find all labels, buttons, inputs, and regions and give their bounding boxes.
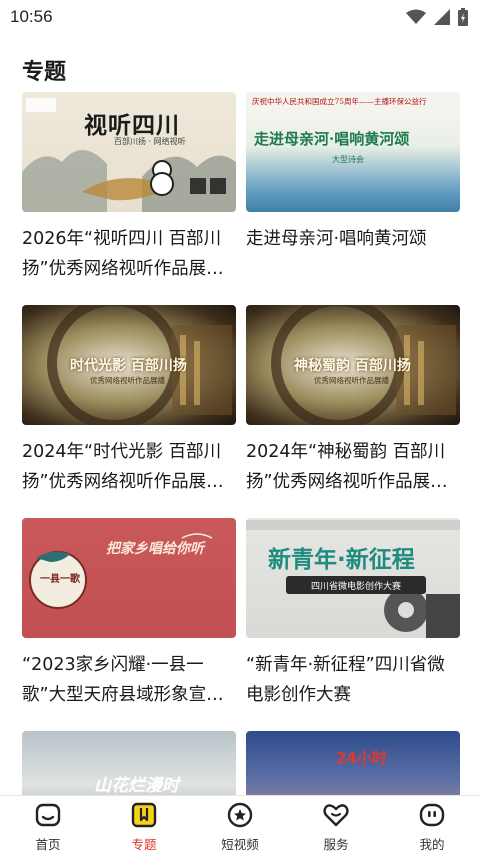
nav-label: 首页 [35, 837, 61, 852]
card-image-subtitle-banner: 四川省微电影创作大赛 [286, 576, 426, 594]
card-thumbnail[interactable]: 新青年·新征程 四川省微电影创作大赛 [246, 518, 460, 638]
topic-icon [129, 800, 159, 830]
card-image-subtitle: 优秀网络视听作品展播 [90, 376, 165, 385]
battery-icon [458, 8, 468, 26]
short-video-icon [225, 800, 255, 830]
nav-label: 短视频 [221, 837, 259, 852]
card-thumbnail[interactable]: 视听四川 百部川扬 · 网络视听 [22, 92, 236, 212]
topic-card[interactable]: 时代光影 百部川扬 优秀网络视听作品展播 2024年“时代光影 百部川扬”优秀网… [22, 305, 236, 497]
card-thumbnail[interactable]: 时代光影 百部川扬 优秀网络视听作品展播 [22, 305, 236, 425]
card-image-subtitle: 百部川扬 · 网络视听 [114, 137, 186, 146]
card-image-header: 庆祝中华人民共和国成立75周年——主播环保公益行 [252, 97, 427, 106]
topic-card[interactable]: 庆祝中华人民共和国成立75周年——主播环保公益行 走进母亲河·唱响黄河颂 大型诗… [246, 92, 460, 284]
card-image-title: 视听四川 [84, 112, 180, 139]
topic-card[interactable]: 视听四川 百部川扬 · 网络视听 2026年“视听四川 百部川扬”优秀网络视听作… [22, 92, 236, 284]
nav-item-topic[interactable]: 专题 [96, 796, 192, 853]
nav-item-short-video[interactable]: 短视频 [192, 796, 288, 853]
status-icons [406, 8, 468, 26]
nav-label: 专题 [131, 837, 157, 852]
card-image-subtitle: 优秀网络视听作品展播 [314, 376, 389, 385]
card-title[interactable]: 2024年“时代光影 百部川扬”优秀网络视听作品展… [22, 437, 236, 497]
card-title[interactable]: “2023家乡闪耀·一县一歌”大型天府县域形象宣… [22, 650, 236, 710]
card-image-title: 走进母亲河·唱响黄河颂 [254, 130, 410, 148]
wifi-icon [406, 9, 426, 24]
card-image-badge: 一县一歌 [40, 574, 80, 585]
bottom-nav: 首页 专题 短视频 服务 我的 [0, 795, 480, 853]
status-time: 10:56 [10, 7, 53, 26]
page-title: 专题 [22, 60, 67, 85]
card-image-title: 新青年·新征程 [268, 547, 415, 573]
nav-item-service[interactable]: 服务 [288, 796, 384, 853]
nav-item-home[interactable]: 首页 [0, 796, 96, 853]
card-image-title: 24小时 [336, 749, 387, 767]
topic-card[interactable]: 神秘蜀韵 百部川扬 优秀网络视听作品展播 2024年“神秘蜀韵 百部川扬”优秀网… [246, 305, 460, 497]
status-bar: 10:56 [0, 0, 480, 34]
card-image-subtitle: 大型诗会 [332, 155, 364, 164]
card-title[interactable]: 2026年“视听四川 百部川扬”优秀网络视听作品展… [22, 224, 236, 284]
card-thumbnail[interactable]: 庆祝中华人民共和国成立75周年——主播环保公益行 走进母亲河·唱响黄河颂 大型诗… [246, 92, 460, 212]
card-image-title: 神秘蜀韵 百部川扬 [294, 358, 411, 374]
nav-label: 我的 [419, 837, 445, 852]
profile-icon [417, 800, 447, 830]
service-heart-icon [321, 800, 351, 830]
nav-label: 服务 [323, 837, 349, 852]
card-image-subtitle: 四川省微电影创作大赛 [310, 581, 401, 592]
card-title[interactable]: “新青年·新征程”四川省微电影创作大赛 [246, 650, 460, 710]
signal-icon [434, 9, 450, 25]
card-thumbnail[interactable]: 一县一歌 把家乡唱给你听 [22, 518, 236, 638]
home-icon [33, 800, 63, 830]
card-image-title: 山花烂漫时 [94, 776, 179, 796]
card-title[interactable]: 2024年“神秘蜀韵 百部川扬”优秀网络视听作品展… [246, 437, 460, 497]
card-title[interactable]: 走进母亲河·唱响黄河颂 [246, 224, 460, 284]
card-image-title: 把家乡唱给你听 [106, 541, 204, 557]
nav-item-profile[interactable]: 我的 [384, 796, 480, 853]
card-thumbnail[interactable]: 神秘蜀韵 百部川扬 优秀网络视听作品展播 [246, 305, 460, 425]
topic-card[interactable]: 一县一歌 把家乡唱给你听 “2023家乡闪耀·一县一歌”大型天府县域形象宣… [22, 518, 236, 710]
topic-card[interactable]: 新青年·新征程 四川省微电影创作大赛 “新青年·新征程”四川省微电影创作大赛 [246, 518, 460, 710]
card-image-title: 时代光影 百部川扬 [70, 358, 187, 374]
